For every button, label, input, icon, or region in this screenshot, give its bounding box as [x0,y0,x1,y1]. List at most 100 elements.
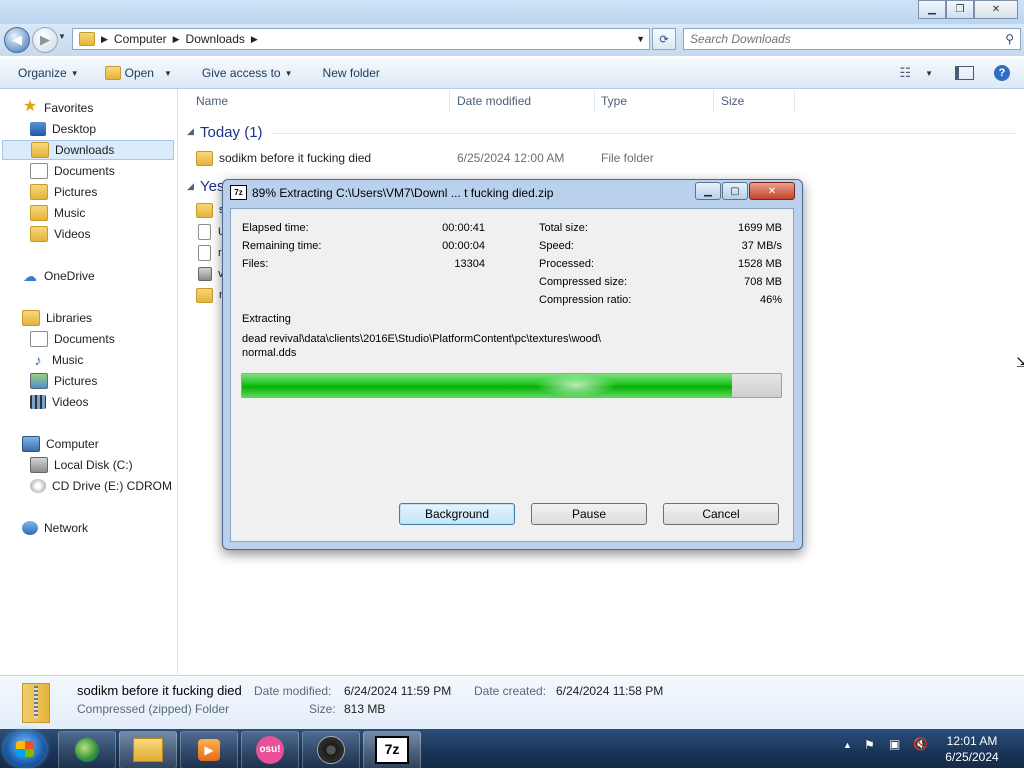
column-header-size[interactable]: Size [721,90,744,112]
column-divider[interactable] [713,90,714,112]
column-divider[interactable] [794,90,795,112]
search-input[interactable] [684,31,992,47]
media-player-icon: ▶ [198,739,220,761]
file-row-name: sodikm before it fucking died [219,151,372,165]
group-header-today[interactable]: Today (1) [200,124,263,141]
column-divider[interactable] [594,90,595,112]
preview-pane-button[interactable] [955,66,974,80]
column-header-type[interactable]: Type [601,90,627,112]
file-row[interactable]: r [196,285,223,305]
nav-local-disk[interactable]: Local Disk (C:) [30,455,133,475]
taskbar-osu[interactable]: osu! [241,731,299,769]
network-status-icon[interactable]: ▣ [889,737,900,751]
close-button[interactable]: ✕ [974,0,1018,19]
speed-value: 37 MB/s [741,240,782,252]
show-hidden-icons-button[interactable]: ▲ [843,740,852,750]
details-date-modified: 6/24/2024 11:59 PM [344,684,452,698]
minimize-button[interactable]: ▁ [918,0,946,19]
nav-lib-videos[interactable]: Videos [30,392,88,412]
refresh-button[interactable]: ⟳ [652,28,676,50]
file-row-type: File folder [601,151,654,165]
column-header-date-modified[interactable]: Date modified [457,90,531,112]
nav-lib-music-label: Music [52,353,84,367]
preview-pane-icon [955,66,974,80]
file-row[interactable]: v [198,264,224,284]
taskbar-media-player[interactable]: ▶ [180,731,238,769]
collapse-group-icon[interactable]: ◢ [187,126,194,137]
taskbar-file-explorer[interactable] [119,731,177,769]
organize-menu[interactable]: Organize ▼ [18,66,79,80]
breadcrumb-computer[interactable]: Computer [114,32,167,46]
clock-time: 12:01 AM [946,734,998,748]
nav-lib-documents[interactable]: Documents [30,329,115,349]
give-access-menu[interactable]: Give access to ▼ [202,66,293,80]
cancel-button[interactable]: Cancel [663,503,779,525]
collapse-group-icon[interactable]: ◢ [187,181,194,192]
address-dropdown-icon[interactable]: ▼ [636,34,645,44]
back-button[interactable]: ◀ [4,27,30,53]
group-divider [272,133,1016,134]
dialog-maximize-button[interactable]: ▢ [722,182,748,200]
address-bar[interactable]: ▶ Computer ▶ Downloads ▶ ▼ [72,28,650,50]
nav-favorites[interactable]: ★ Favorites [22,98,94,118]
restore-button[interactable]: ❐ [946,0,974,19]
group-header-yesterday[interactable]: Yes [200,178,224,195]
folder-icon [196,287,213,303]
volume-muted-icon[interactable]: 🔇 [913,737,928,751]
nav-libraries[interactable]: Libraries [22,308,92,328]
file-row[interactable]: s [196,200,225,220]
folder-icon [196,202,213,218]
taskbar-7zip[interactable]: 7z [363,731,421,769]
files-value: 13304 [454,258,485,270]
nav-pictures[interactable]: Pictures [30,182,97,202]
nav-documents[interactable]: Documents [30,161,115,181]
pictures-library-icon [30,373,48,389]
processed-label: Processed: [539,258,595,270]
videos-folder-icon [30,226,48,242]
nav-music[interactable]: Music [30,203,85,223]
details-date-created-label: Date created: [474,684,547,698]
action-center-flag-icon[interactable]: ⚑ [864,738,875,752]
file-row[interactable]: sodikm before it fucking died 6/25/2024 … [196,148,1016,168]
dialog-minimize-button[interactable]: ▁ [695,182,721,200]
7zip-icon: 7z [375,736,409,764]
background-button[interactable]: Background [399,503,515,525]
forward-button[interactable]: ▶ [32,27,58,53]
new-folder-button[interactable]: New folder [323,66,380,80]
nav-downloads[interactable]: Downloads [2,140,174,160]
breadcrumb-downloads[interactable]: Downloads [186,32,245,46]
command-bar: Organize ▼ Open ▼ Give access to ▼ New f… [0,58,1024,89]
nav-lib-pictures[interactable]: Pictures [30,371,97,391]
nav-onedrive-label: OneDrive [44,269,95,283]
chevron-right-icon: ▶ [101,33,108,44]
open-menu[interactable]: Open ▼ [104,66,172,80]
file-icon [198,245,211,261]
chevron-down-icon: ▼ [925,68,933,78]
nav-libraries-label: Libraries [46,311,93,325]
help-button[interactable]: ? [994,65,1010,81]
pause-button[interactable]: Pause [531,503,647,525]
start-button[interactable] [4,731,46,767]
taskbar-internet-explorer[interactable] [58,731,116,769]
music-note-icon: ♪ [34,352,42,368]
column-header-name[interactable]: Name [196,90,228,112]
view-options-button[interactable]: ☷ ▼ [899,65,933,81]
system-clock[interactable]: 12:01 AM 6/25/2024 [940,733,1004,765]
window-controls: ▁ ❐ ✕ [918,0,1018,19]
nav-lib-music[interactable]: ♪ Music [30,350,84,370]
search-icon[interactable]: ⚲ [1005,32,1014,46]
nav-downloads-label: Downloads [55,143,115,157]
details-date-created: 6/24/2024 11:58 PM [556,684,664,698]
dialog-close-button[interactable]: ✕ [749,182,795,200]
nav-videos[interactable]: Videos [30,224,90,244]
nav-desktop[interactable]: Desktop [30,119,96,139]
file-row[interactable]: r [198,243,222,263]
nav-network[interactable]: Network [22,518,88,538]
column-divider[interactable] [449,90,450,112]
nav-computer[interactable]: Computer [22,434,99,454]
nav-onedrive[interactable]: ☁ OneDrive [22,266,95,286]
nav-cd-drive[interactable]: CD Drive (E:) CDROM [30,476,172,496]
recent-pages-dropdown[interactable]: ▼ [58,32,66,41]
search-box[interactable]: ⚲ [683,28,1021,50]
taskbar-obs[interactable] [302,731,360,769]
